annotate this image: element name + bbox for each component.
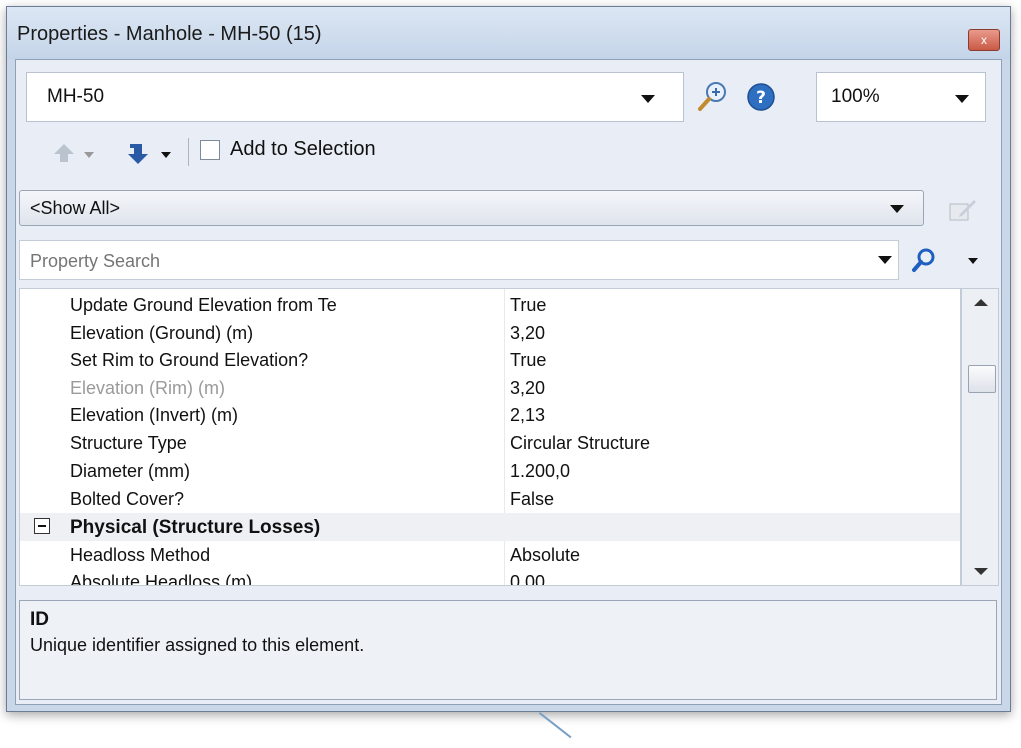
property-row[interactable]: Diameter (mm) 1.200,0 [20, 457, 960, 485]
property-name: Elevation (Invert) (m) [70, 405, 239, 425]
svg-text:?: ? [756, 88, 766, 108]
property-row[interactable]: Elevation (Rim) (m) 3,20 [20, 374, 960, 402]
property-value[interactable]: False [510, 489, 554, 510]
add-to-selection-checkbox[interactable] [200, 140, 220, 160]
scroll-up-icon[interactable] [974, 299, 988, 306]
property-filter-select[interactable]: <Show All> [19, 190, 924, 226]
property-row[interactable]: Bolted Cover? False [20, 485, 960, 513]
filter-chevron-down-icon[interactable] [890, 205, 904, 213]
property-row[interactable]: Structure Type Circular Structure [20, 429, 960, 457]
toolbar-separator [188, 138, 189, 166]
property-name: Absolute Headloss (m) [70, 572, 253, 586]
property-name: Headloss Method [70, 545, 211, 565]
scroll-down-icon[interactable] [974, 568, 988, 575]
properties-window: Properties - Manhole - MH-50 (15) x MH-5… [6, 6, 1011, 712]
description-panel: ID Unique identifier assigned to this el… [19, 600, 997, 700]
property-row[interactable]: Update Ground Elevation from Te True [20, 291, 960, 319]
property-name: Bolted Cover? [70, 489, 185, 509]
close-button[interactable]: x [968, 29, 1000, 51]
background-line [538, 712, 572, 739]
property-filter-value: <Show All> [30, 198, 121, 218]
navigate-down-dropdown-icon[interactable] [161, 152, 171, 158]
property-row[interactable]: Elevation (Ground) (m) 3,20 [20, 319, 960, 347]
property-row[interactable]: Elevation (Invert) (m) 2,13 [20, 401, 960, 429]
search-options-chevron-icon[interactable] [968, 258, 978, 264]
zoom-value: 100% [831, 86, 880, 107]
property-name: Elevation (Rim) (m) [70, 378, 226, 398]
element-selector-value: MH-50 [47, 86, 105, 107]
property-value: 3,20 [510, 378, 546, 398]
property-search-input[interactable] [28, 247, 832, 275]
category-name: Physical (Structure Losses) [70, 517, 321, 538]
property-row[interactable]: Set Rim to Ground Elevation? True [20, 346, 960, 374]
property-name: Set Rim to Ground Elevation? [70, 350, 309, 370]
title-bar: Properties - Manhole - MH-50 (15) x [7, 7, 1010, 59]
collapse-icon[interactable] [34, 518, 50, 534]
property-search-box[interactable] [19, 240, 899, 280]
property-value[interactable]: 3,20 [510, 323, 545, 344]
property-name: Structure Type [70, 433, 187, 453]
properties-panel: MH-50 ? 100% Add to Selection <Show All>… [15, 59, 1002, 705]
property-row[interactable]: Absolute Headloss (m) 0,00 [20, 568, 960, 586]
chevron-down-icon[interactable] [641, 95, 655, 103]
property-row[interactable]: Headloss Method Absolute [20, 541, 960, 569]
navigate-up-icon[interactable] [52, 142, 76, 164]
property-name: Update Ground Elevation from Te [70, 295, 337, 315]
zoom-in-icon[interactable] [696, 80, 730, 112]
add-to-selection-label[interactable]: Add to Selection [230, 138, 376, 161]
property-value[interactable]: Absolute [510, 545, 580, 566]
description-title: ID [30, 609, 49, 630]
property-value[interactable]: True [510, 350, 546, 371]
property-name: Diameter (mm) [70, 461, 190, 481]
property-value[interactable]: True [510, 295, 546, 316]
window-title: Properties - Manhole - MH-50 (15) [17, 23, 322, 45]
search-history-chevron-icon[interactable] [878, 256, 892, 264]
search-icon[interactable] [908, 246, 938, 274]
property-grid: Update Ground Elevation from Te True Ele… [19, 288, 961, 586]
zoom-chevron-down-icon[interactable] [955, 95, 969, 103]
edit-icon[interactable] [946, 196, 978, 224]
element-selector[interactable]: MH-50 [26, 72, 684, 122]
description-text: Unique identifier assigned to this eleme… [30, 635, 365, 655]
scroll-thumb[interactable] [968, 365, 996, 393]
vertical-scrollbar[interactable] [961, 288, 999, 586]
zoom-selector[interactable]: 100% [816, 72, 986, 122]
property-value[interactable]: 0,00 [510, 572, 545, 585]
property-value[interactable]: 1.200,0 [510, 461, 570, 482]
navigate-down-icon[interactable] [126, 140, 152, 166]
category-header[interactable]: Physical (Structure Losses) [20, 513, 960, 541]
property-value[interactable]: Circular Structure [510, 433, 650, 454]
property-value[interactable]: 2,13 [510, 405, 545, 426]
help-icon[interactable]: ? [746, 82, 776, 112]
navigate-up-dropdown-icon[interactable] [84, 152, 94, 158]
property-name: Elevation (Ground) (m) [70, 323, 254, 343]
